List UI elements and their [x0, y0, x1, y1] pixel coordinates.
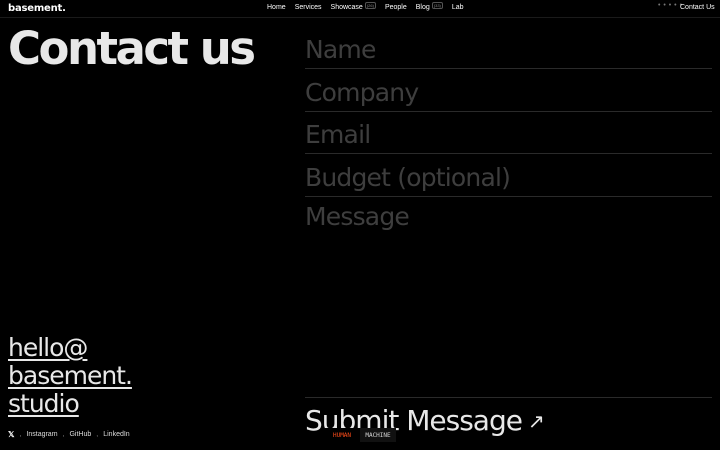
github-link[interactable]: GitHub [69, 431, 91, 438]
nav-label: People [384, 4, 407, 11]
dots-icon[interactable]: • • • • • [658, 2, 683, 9]
instagram-link[interactable]: Instagram [26, 431, 57, 438]
company-input[interactable] [305, 75, 712, 109]
main-nav: Home Services Showcase (26) People Blog (3… [267, 2, 464, 11]
count-badge: (26) [364, 2, 376, 9]
separator: , [19, 431, 22, 438]
budget-field-row [305, 154, 712, 197]
x-icon[interactable]: 𝕏 [8, 430, 14, 439]
arrow-up-right-icon: ↗ [527, 408, 545, 433]
email-link[interactable]: hello@ basement. studio [8, 334, 158, 418]
site-header: basement. Home Services Showcase (26) Peo… [0, 0, 720, 18]
nav-blog[interactable]: Blog (33) [415, 2, 443, 11]
nav-showcase[interactable]: Showcase (26) [330, 2, 376, 11]
name-field-row [305, 26, 712, 69]
email-line: basement. [8, 361, 133, 390]
nav-home[interactable]: Home [267, 4, 286, 11]
email-line: hello@ [8, 333, 88, 362]
contact-us-link[interactable]: Contact Us [680, 4, 715, 11]
toggle-machine[interactable]: MACHINE [360, 428, 396, 442]
separator: , [62, 431, 65, 438]
email-input[interactable] [305, 117, 712, 151]
count-badge: (33) [431, 2, 443, 9]
nav-lab[interactable]: Lab [452, 4, 464, 11]
email-field-row [305, 111, 712, 154]
nav-label: Services [294, 4, 322, 11]
nav-label: Lab [451, 4, 464, 11]
toggle-human[interactable]: HUMAN [324, 428, 360, 442]
message-textarea[interactable] [305, 202, 712, 392]
name-input[interactable] [305, 32, 712, 66]
human-machine-toggle: HUMAN MACHINE [324, 428, 396, 442]
budget-input[interactable] [305, 160, 712, 194]
company-field-row [305, 69, 712, 112]
separator: , [96, 431, 99, 438]
page-title: Contact us [8, 22, 256, 75]
nav-services[interactable]: Services [295, 4, 322, 11]
nav-people[interactable]: People [385, 4, 407, 11]
nav-label: Showcase [330, 4, 363, 11]
logo[interactable]: basement. [8, 3, 66, 14]
nav-label: Home [267, 4, 286, 11]
linkedin-link[interactable]: LinkedIn [103, 431, 129, 438]
message-field-row [305, 198, 712, 398]
email-line: studio [8, 389, 80, 418]
social-links: 𝕏 , Instagram , GitHub , LinkedIn [8, 430, 130, 439]
nav-label: Blog [415, 4, 430, 11]
